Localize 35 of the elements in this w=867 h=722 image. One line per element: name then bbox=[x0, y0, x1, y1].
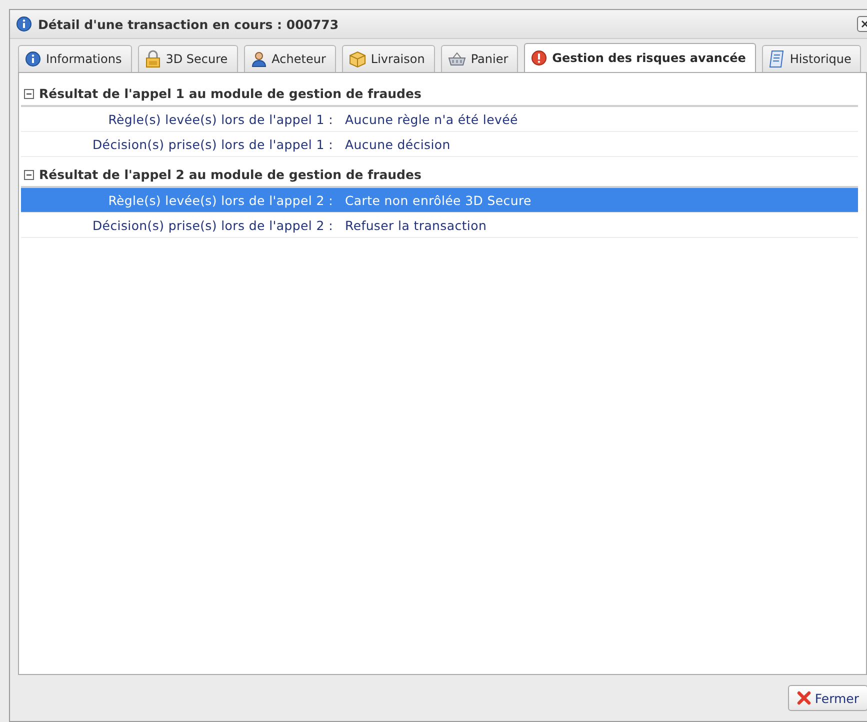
row-value: Aucune décision bbox=[345, 136, 452, 152]
tab[interactable]: 3D Secure bbox=[138, 45, 238, 72]
lock-icon bbox=[144, 50, 161, 68]
close-button[interactable]: Fermer bbox=[788, 685, 867, 711]
tab[interactable]: Informations bbox=[18, 45, 132, 72]
document-icon bbox=[768, 50, 785, 68]
row-label: Décision(s) prise(s) lors de l'appel 1 : bbox=[91, 136, 333, 152]
basket-icon bbox=[448, 51, 466, 67]
info-icon bbox=[25, 51, 41, 67]
alert-icon bbox=[531, 50, 548, 66]
tab[interactable]: Acheteur bbox=[244, 45, 336, 72]
row-label: Règle(s) levée(s) lors de l'appel 2 : bbox=[107, 192, 333, 208]
row-label: Décision(s) prise(s) lors de l'appel 2 : bbox=[91, 218, 333, 232]
row-value: Aucune règle n'a été levéé bbox=[345, 112, 519, 126]
tab[interactable]: Historique bbox=[762, 45, 862, 72]
table-row[interactable]: Décision(s) prise(s) lors de l'appel 2 : Refuser la transaction bbox=[21, 213, 858, 238]
box-icon bbox=[348, 50, 366, 68]
tab[interactable]: Livraison bbox=[342, 45, 435, 72]
collapse-icon[interactable] bbox=[24, 170, 34, 180]
tab[interactable]: Panier bbox=[440, 45, 518, 72]
row-value: Carte non enrôlée 3D Secure bbox=[345, 192, 532, 208]
row-label: Règle(s) levée(s) lors de l'appel 1 : bbox=[107, 112, 333, 126]
row-value: Refuser la transaction bbox=[345, 218, 488, 232]
close-icon bbox=[796, 691, 811, 705]
close-icon bbox=[861, 20, 867, 28]
collapse-icon[interactable] bbox=[24, 88, 34, 98]
window-title: Détail d'une transaction en cours : 000773 bbox=[38, 16, 340, 32]
info-icon bbox=[16, 16, 32, 32]
group-title: Résultat de l'appel 1 au module de gestion de fraudes bbox=[39, 86, 422, 101]
table-row[interactable]: Règle(s) levée(s) lors de l'appel 2 : Carte non enrôlée 3D Secure bbox=[21, 188, 858, 213]
user-icon bbox=[250, 51, 267, 67]
table-row[interactable]: Règle(s) levée(s) lors de l'appel 1 : Aucune règle n'a été levéé bbox=[21, 107, 858, 132]
table-row[interactable]: Décision(s) prise(s) lors de l'appel 1 : Aucune décision bbox=[21, 132, 858, 157]
tab[interactable]: Gestion des risques avancée bbox=[524, 43, 756, 72]
group-title: Résultat de l'appel 2 au module de gestion de fraudes bbox=[39, 167, 422, 182]
